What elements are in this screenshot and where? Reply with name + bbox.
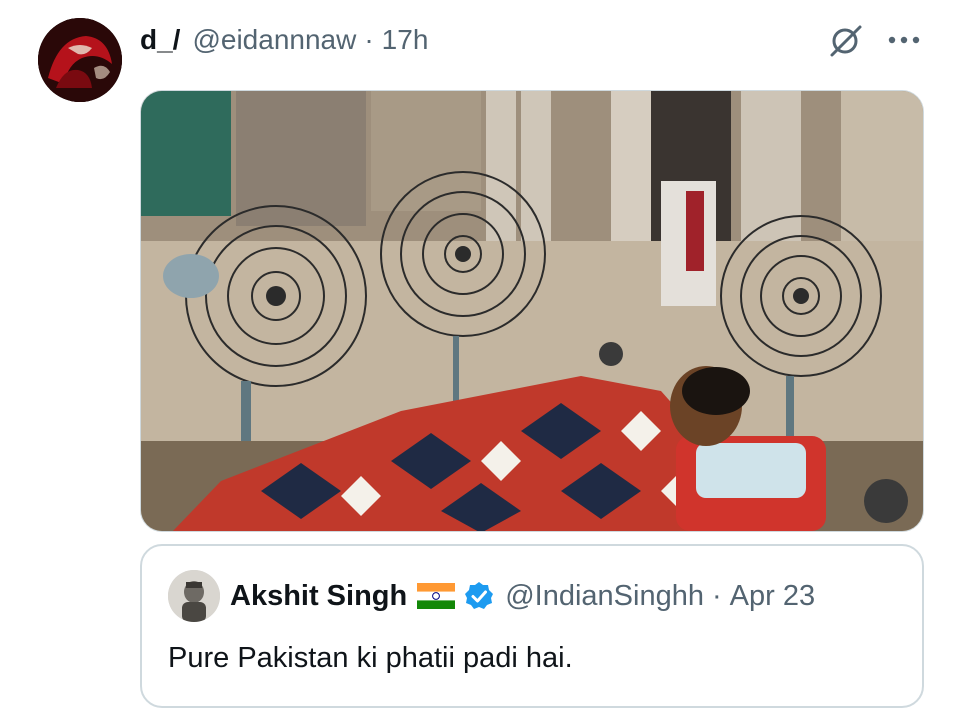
grok-icon[interactable]: [828, 22, 864, 58]
author-name[interactable]: d_/: [140, 24, 180, 56]
tweet-photo[interactable]: [140, 90, 924, 532]
author-avatar[interactable]: [38, 18, 122, 102]
ellipsis-icon[interactable]: [884, 26, 924, 54]
quoted-tweet[interactable]: Akshit Singh @IndianSinghh · Apr 23 Pure…: [140, 544, 924, 708]
author-handle[interactable]: @eidannnaw: [192, 24, 356, 56]
tweet-time[interactable]: 17h: [382, 24, 429, 56]
separator: ·: [712, 579, 722, 612]
quoted-author-avatar[interactable]: [168, 570, 220, 622]
quoted-tweet-text: Pure Pakistan ki phatii padi hai.: [168, 642, 573, 674]
verified-badge-icon[interactable]: [463, 580, 495, 612]
india-flag-icon: [417, 583, 456, 609]
tweet-header: d_/ @eidannnaw · 17h: [140, 20, 428, 60]
quoted-tweet-date[interactable]: Apr 23: [730, 580, 815, 613]
quoted-author-name[interactable]: Akshit Singh: [230, 580, 407, 613]
quoted-header: Akshit Singh @IndianSinghh · Apr 23: [230, 574, 815, 618]
separator: ·: [364, 24, 374, 55]
quoted-author-handle[interactable]: @IndianSinghh: [505, 580, 704, 613]
